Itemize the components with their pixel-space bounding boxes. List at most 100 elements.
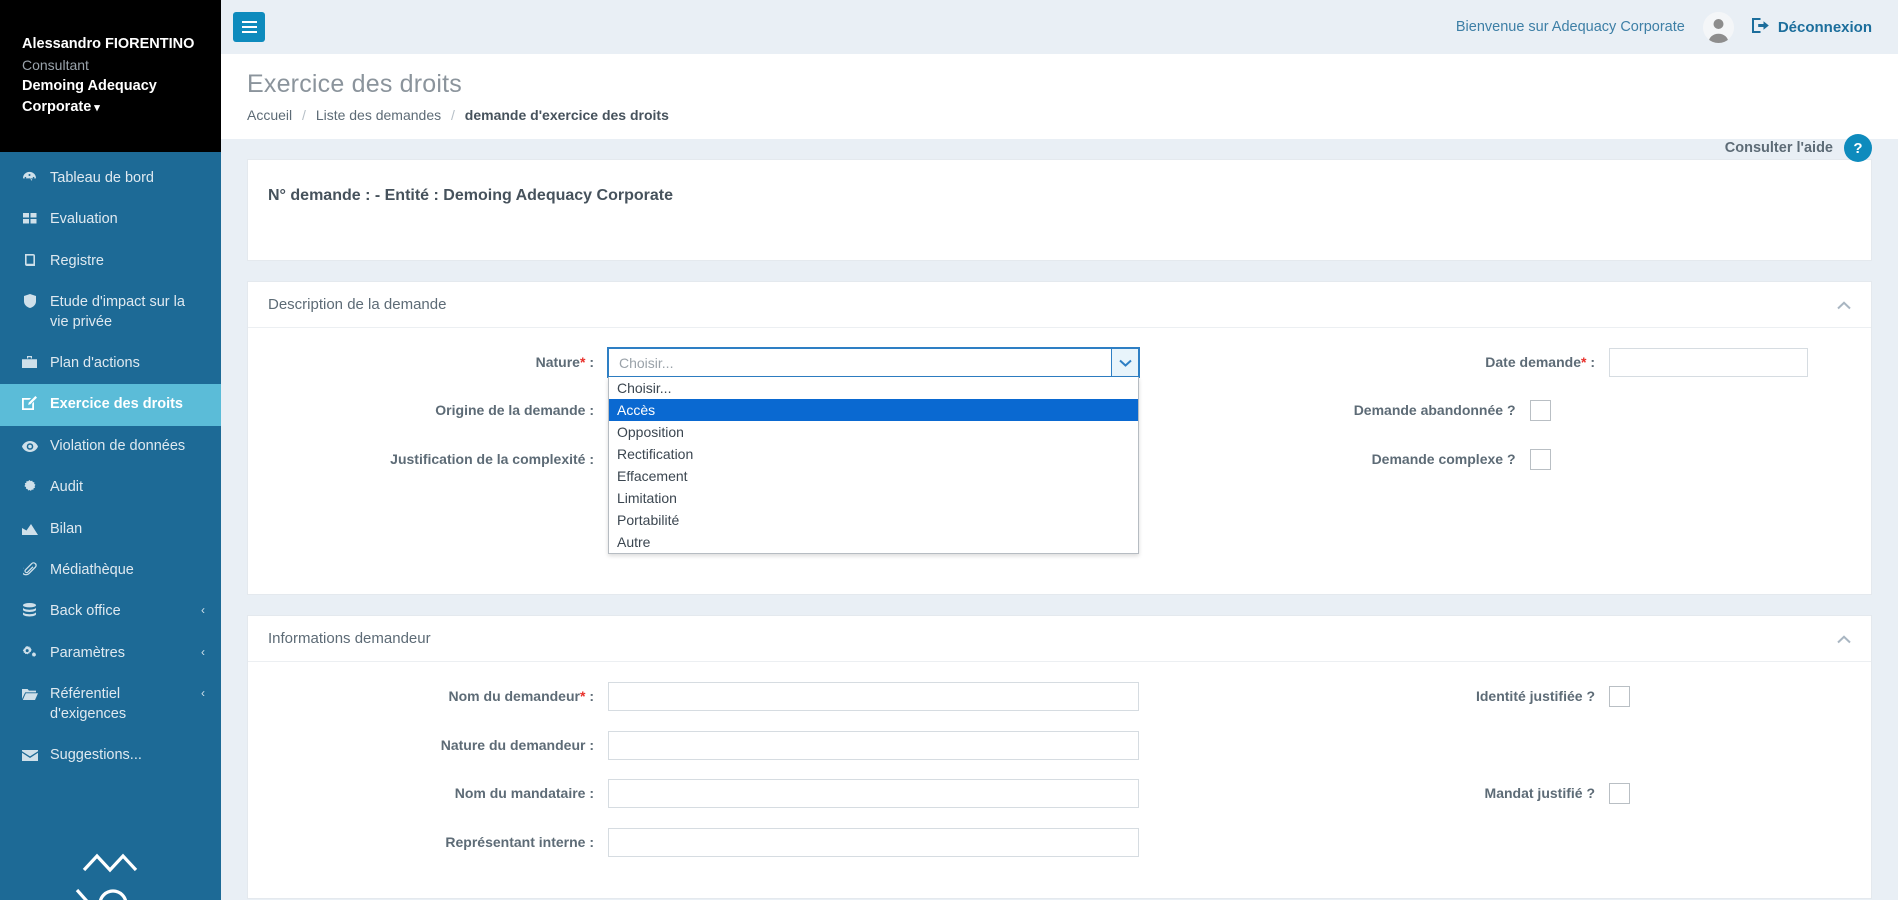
breadcrumb-current: demande d'exercice des droits (464, 107, 669, 123)
demande-complexe-control (1529, 445, 1551, 475)
grid-icon (20, 211, 39, 229)
eye-icon (20, 438, 39, 456)
chevron-left-icon: ‹ (201, 603, 205, 618)
dashboard-icon (20, 170, 39, 188)
option-item[interactable]: Choisir... (609, 377, 1138, 399)
sidebar-item-back-office[interactable]: Back office ‹ (0, 591, 221, 632)
section-header[interactable]: Description de la demande (248, 282, 1871, 328)
avatar[interactable] (1702, 11, 1734, 43)
sidebar-user-box[interactable]: Alessandro FIORENTINO Consultant Demoing… (0, 0, 221, 152)
spacer-label (1139, 828, 1609, 834)
section-title: Description de la demande (268, 296, 447, 313)
sidebar-item-etude-impact[interactable]: Etude d'impact sur la vie privée (0, 282, 221, 342)
option-item[interactable]: Opposition (609, 421, 1138, 443)
form-col-right: Identité justifiée ? (1139, 682, 1898, 712)
briefcase-icon (20, 355, 39, 373)
demande-abandonnee-checkbox[interactable] (1529, 400, 1551, 421)
representant-interne-input[interactable] (608, 828, 1139, 857)
gear-icon (20, 479, 39, 497)
sidebar-item-referentiel-exigences[interactable]: Référentiel d'exigences ‹ (0, 674, 221, 734)
request-banner-card: N° demande : - Entité : Demoing Adequacy… (247, 159, 1872, 261)
breadcrumb-list[interactable]: Liste des demandes (316, 107, 441, 123)
sidebar-item-registre[interactable]: Registre (0, 241, 221, 282)
sidebar-item-exercice-des-droits[interactable]: Exercice des droits (0, 384, 221, 426)
top-bar: Bienvenue sur Adequacy Corporate Déconne… (221, 0, 1898, 54)
option-item[interactable]: Effacement (609, 465, 1138, 487)
folder-open-icon (20, 686, 39, 704)
sidebar-item-violation-donnees[interactable]: Violation de données (0, 426, 221, 467)
sidebar-item-label: Exercice des droits (50, 396, 183, 413)
sidebar-item-parametres[interactable]: Paramètres ‹ (0, 633, 221, 674)
nature-demandeur-input[interactable] (608, 731, 1139, 760)
chevron-up-icon[interactable] (1837, 631, 1851, 647)
welcome-message: Bienvenue sur Adequacy Corporate (1455, 19, 1685, 35)
sidebar-item-label: Référentiel d'exigences (50, 686, 127, 722)
mandat-justifie-label: Mandat justifié ? (1484, 785, 1595, 801)
label-colon: : (585, 354, 594, 370)
sidebar-item-tableau-de-bord[interactable]: Tableau de bord (0, 158, 221, 199)
date-demande-input[interactable] (1609, 348, 1808, 377)
paperclip-icon (20, 562, 39, 580)
sidebar-item-bilan[interactable]: Bilan (0, 509, 221, 550)
identite-justifiee-checkbox[interactable] (1609, 686, 1630, 707)
sidebar-item-label: Tableau de bord (50, 170, 154, 186)
form-row: Nom du demandeur* : Identité justifiée ? (268, 682, 1851, 712)
sidebar-item-audit[interactable]: Audit (0, 467, 221, 508)
option-item[interactable]: Portabilité (609, 509, 1138, 531)
form-col-right: Mandat justifié ? (1139, 779, 1898, 809)
mandat-justifie-control (1609, 779, 1630, 809)
identite-justifiee-control (1609, 682, 1630, 712)
breadcrumb-home[interactable]: Accueil (247, 107, 292, 123)
form-row: Nature* : Choisir... Choisir... Accès Op… (268, 347, 1851, 554)
date-demande-label-text: Date demande (1485, 354, 1581, 370)
option-item[interactable]: Limitation (609, 487, 1138, 509)
help-link[interactable]: Consulter l'aide ? (1725, 134, 1872, 162)
hamburger-bar (241, 31, 257, 33)
database-icon (20, 603, 39, 621)
chevron-up-icon[interactable] (1837, 297, 1851, 313)
option-item-selected[interactable]: Accès (609, 399, 1138, 421)
form-row: Nature du demandeur : (268, 731, 1851, 760)
logout-label: Déconnexion (1777, 18, 1872, 36)
help-icon[interactable]: ? (1844, 134, 1872, 162)
identite-justifiee-label: Identité justifiée ? (1475, 688, 1595, 704)
form-col-right: Demande complexe ? (1060, 445, 1852, 475)
nom-mandataire-input[interactable] (608, 779, 1139, 808)
breadcrumb: Accueil / Liste des demandes / demande d… (247, 107, 1872, 123)
envelope-icon (20, 747, 39, 765)
sidebar-item-label: Plan d'actions (50, 354, 140, 371)
edit-square-icon (20, 396, 39, 414)
sidebar-item-suggestions[interactable]: Suggestions... (0, 735, 221, 776)
form-row: Nom du mandataire : Mandat justifié ? (268, 779, 1851, 809)
help-label: Consulter l'aide (1724, 140, 1833, 156)
sidebar-item-label: Evaluation (50, 211, 118, 228)
chevron-down-icon[interactable] (1111, 349, 1138, 376)
sidebar-user-name: Alessandro FIORENTINO (22, 36, 195, 52)
nature-demandeur-control (608, 731, 1139, 760)
option-item[interactable]: Autre (609, 531, 1138, 553)
form-col-right: Demande abandonnée ? (1060, 396, 1852, 426)
mandat-justifie-checkbox[interactable] (1609, 783, 1630, 804)
form-col-left: Nature* : Choisir... Choisir... Accès Op… (268, 347, 1140, 554)
chevron-left-icon: ‹ (201, 686, 205, 701)
logout-button[interactable]: Déconnexion (1751, 17, 1872, 37)
demande-abandonnee-control (1529, 396, 1551, 426)
sidebar-item-evaluation[interactable]: Evaluation (0, 199, 221, 240)
option-item[interactable]: Rectification (609, 443, 1138, 465)
nom-demandeur-input[interactable] (608, 682, 1139, 711)
sidebar-user-org-label: Demoing Adequacy Corporate (22, 78, 157, 116)
sidebar-user-org[interactable]: Demoing Adequacy Corporate ▾ (22, 76, 199, 118)
form-col-right (1139, 731, 1898, 737)
section-header[interactable]: Informations demandeur (248, 616, 1871, 662)
nature-select[interactable]: Choisir... (607, 347, 1140, 378)
section-title: Informations demandeur (268, 630, 431, 647)
date-demande-label: Date demande* : (1139, 348, 1609, 370)
sidebar-item-label: Paramètres (50, 644, 125, 661)
nature-options-list[interactable]: Choisir... Accès Opposition Rectificatio… (608, 377, 1139, 554)
sidebar-item-mediatheque[interactable]: Médiathèque (0, 550, 221, 591)
form-row: Représentant interne : (268, 828, 1851, 857)
demande-complexe-checkbox[interactable] (1529, 449, 1551, 470)
hamburger-icon[interactable] (233, 12, 265, 42)
form-col-right (1139, 828, 1898, 834)
sidebar-item-plan-actions[interactable]: Plan d'actions (0, 343, 221, 384)
